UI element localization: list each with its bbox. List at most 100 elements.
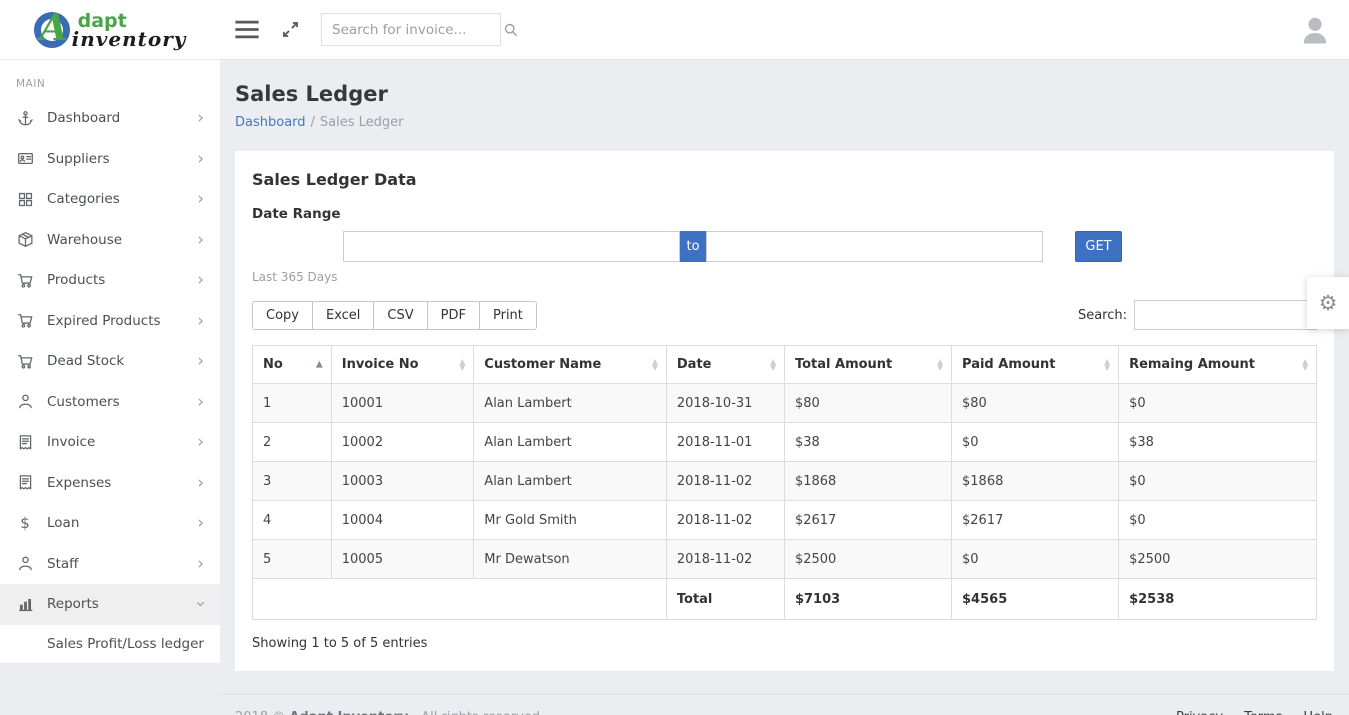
chevron-right-icon: › (197, 518, 204, 528)
print-export-button[interactable]: Print (479, 301, 537, 330)
page-title: Sales Ledger (235, 82, 1334, 106)
excel-export-button[interactable]: Excel (312, 301, 374, 330)
column-header-date[interactable]: Date▲▼ (666, 346, 784, 384)
table-cell: 2018-11-02 (666, 540, 784, 579)
sidebar-item-label: Customers (47, 394, 120, 410)
logo-area: A dapt inventory (0, 12, 220, 48)
column-header-paid-amount[interactable]: Paid Amount▲▼ (952, 346, 1119, 384)
footer-link-help[interactable]: Help (1303, 710, 1333, 715)
main-column: Sales Ledger Dashboard/Sales Ledger Sale… (220, 60, 1349, 715)
table-cell: $0 (1119, 384, 1317, 423)
table-cell: $0 (1119, 462, 1317, 501)
sidebar-subitem-sales-profit-loss-ledger[interactable]: Sales Profit/Loss ledger (0, 625, 220, 663)
sidebar-item-warehouse[interactable]: Warehouse › (0, 220, 220, 261)
table-cell: $80 (952, 384, 1119, 423)
table-search-input[interactable] (1134, 300, 1317, 330)
table-toolbar: CopyExcelCSVPDFPrint Search: (252, 300, 1317, 330)
sort-both-icon: ▲▼ (1302, 359, 1308, 371)
chevron-right-icon: › (197, 397, 204, 407)
sidebar-item-label: Warehouse (47, 232, 122, 248)
settings-panel[interactable]: ⚙ (1307, 277, 1349, 329)
last-365-days-label: Last 365 Days (252, 270, 1317, 284)
table-cell: $2500 (784, 540, 951, 579)
column-header-customer-name[interactable]: Customer Name▲▼ (474, 346, 667, 384)
chevron-right-icon: › (197, 478, 204, 488)
footer: 2018 © Adapt Inventory - All rights rese… (220, 694, 1349, 715)
sales-ledger-card: Sales Ledger Data Date Range to GET Last… (235, 151, 1334, 671)
invoice-search-input[interactable] (332, 22, 503, 38)
column-header-remaing-amount[interactable]: Remaing Amount▲▼ (1119, 346, 1317, 384)
sidebar-item-categories[interactable]: Categories› (0, 179, 220, 220)
breadcrumb-dashboard-link[interactable]: Dashboard (235, 115, 306, 130)
sidebar-item-products[interactable]: Products› (0, 260, 220, 301)
breadcrumb-separator: / (311, 115, 315, 130)
logo-text-bottom: inventory (72, 30, 187, 48)
column-header-total-amount[interactable]: Total Amount▲▼ (784, 346, 951, 384)
column-header-invoice-no[interactable]: Invoice No▲▼ (331, 346, 474, 384)
sidebar-item-staff[interactable]: Staff› (0, 544, 220, 585)
table-row: 510005Mr Dewatson2018-11-02$2500$0$2500 (253, 540, 1317, 579)
sidebar-item-customers[interactable]: Customers › (0, 382, 220, 423)
id-card-icon (16, 150, 34, 167)
table-row: 110001Alan Lambert2018-10-31$80$80$0 (253, 384, 1317, 423)
table-row: 210002Alan Lambert2018-11-01$38$0$38 (253, 423, 1317, 462)
column-header-no[interactable]: No▲ (253, 346, 332, 384)
sidebar-item-label: Categories (47, 191, 120, 207)
receipt-icon (16, 434, 34, 451)
sidebar-item-dashboard[interactable]: Dashboard› (0, 98, 220, 139)
card-title: Sales Ledger Data (252, 170, 1317, 189)
app-logo[interactable]: A dapt inventory (34, 12, 187, 48)
total-value-cell: $4565 (952, 579, 1119, 620)
table-cell: Mr Dewatson (474, 540, 667, 579)
sidebar-item-dead-stock[interactable]: Dead Stock› (0, 341, 220, 382)
table-cell: 4 (253, 501, 332, 540)
chevron-right-icon: › (197, 154, 204, 164)
date-to-input[interactable] (706, 231, 1043, 262)
sidebar-item-reports[interactable]: Reports› (0, 584, 220, 625)
date-from-input[interactable] (343, 231, 680, 262)
table-cell: 2018-10-31 (666, 384, 784, 423)
fullscreen-expand-icon[interactable] (281, 20, 300, 39)
chevron-right-icon: › (197, 235, 204, 245)
total-label-cell: Total (666, 579, 784, 620)
topbar-search-box (321, 13, 501, 46)
sidebar-item-label: Staff (47, 556, 78, 572)
chevron-right-icon: › (197, 356, 204, 366)
copy-export-button[interactable]: Copy (252, 301, 313, 330)
footer-link-privacy[interactable]: Privacy (1176, 710, 1223, 715)
chevron-right-icon: › (197, 437, 204, 447)
sidebar-item-label: Expenses (47, 475, 111, 491)
table-cell: 10005 (331, 540, 474, 579)
person-icon (16, 555, 34, 572)
copyright-text: 2018 © Adapt Inventory - All rights rese… (235, 710, 540, 715)
magnifier-icon[interactable] (503, 22, 519, 38)
footer-link-terms[interactable]: Terms (1244, 710, 1282, 715)
table-cell: Alan Lambert (474, 384, 667, 423)
sidebar-item-suppliers[interactable]: Suppliers› (0, 139, 220, 180)
footer-links: Privacy Terms Help (1155, 710, 1333, 715)
table-cell: $2500 (1119, 540, 1317, 579)
table-cell: $1868 (952, 462, 1119, 501)
table-cell: $1868 (784, 462, 951, 501)
user-avatar-icon[interactable] (1297, 12, 1333, 48)
showing-entries-text: Showing 1 to 5 of 5 entries (252, 636, 1317, 651)
csv-export-button[interactable]: CSV (373, 301, 427, 330)
sidebar-item-label: Loan (47, 515, 79, 531)
sidebar-section-label: MAIN (0, 60, 220, 98)
pdf-export-button[interactable]: PDF (427, 301, 480, 330)
hamburger-menu-icon[interactable] (234, 20, 260, 39)
sidebar-item-invoice[interactable]: Invoice› (0, 422, 220, 463)
sidebar-item-expenses[interactable]: Expenses › (0, 463, 220, 504)
total-value-cell: $2538 (1119, 579, 1317, 620)
receipt-icon (16, 474, 34, 491)
get-button[interactable]: GET (1075, 231, 1122, 262)
sidebar-item-label: Expired Products (47, 313, 161, 329)
date-range-row: to GET (252, 231, 1317, 262)
table-cell: $38 (784, 423, 951, 462)
sidebar-item-expired-products[interactable]: Expired Products › (0, 301, 220, 342)
footer-brand: Adapt Inventory (289, 710, 408, 715)
chevron-right-icon: › (197, 316, 204, 326)
sidebar-item-loan[interactable]: $Loan› (0, 503, 220, 544)
topbar: A dapt inventory (0, 0, 1349, 60)
sort-both-icon: ▲▼ (770, 359, 776, 371)
